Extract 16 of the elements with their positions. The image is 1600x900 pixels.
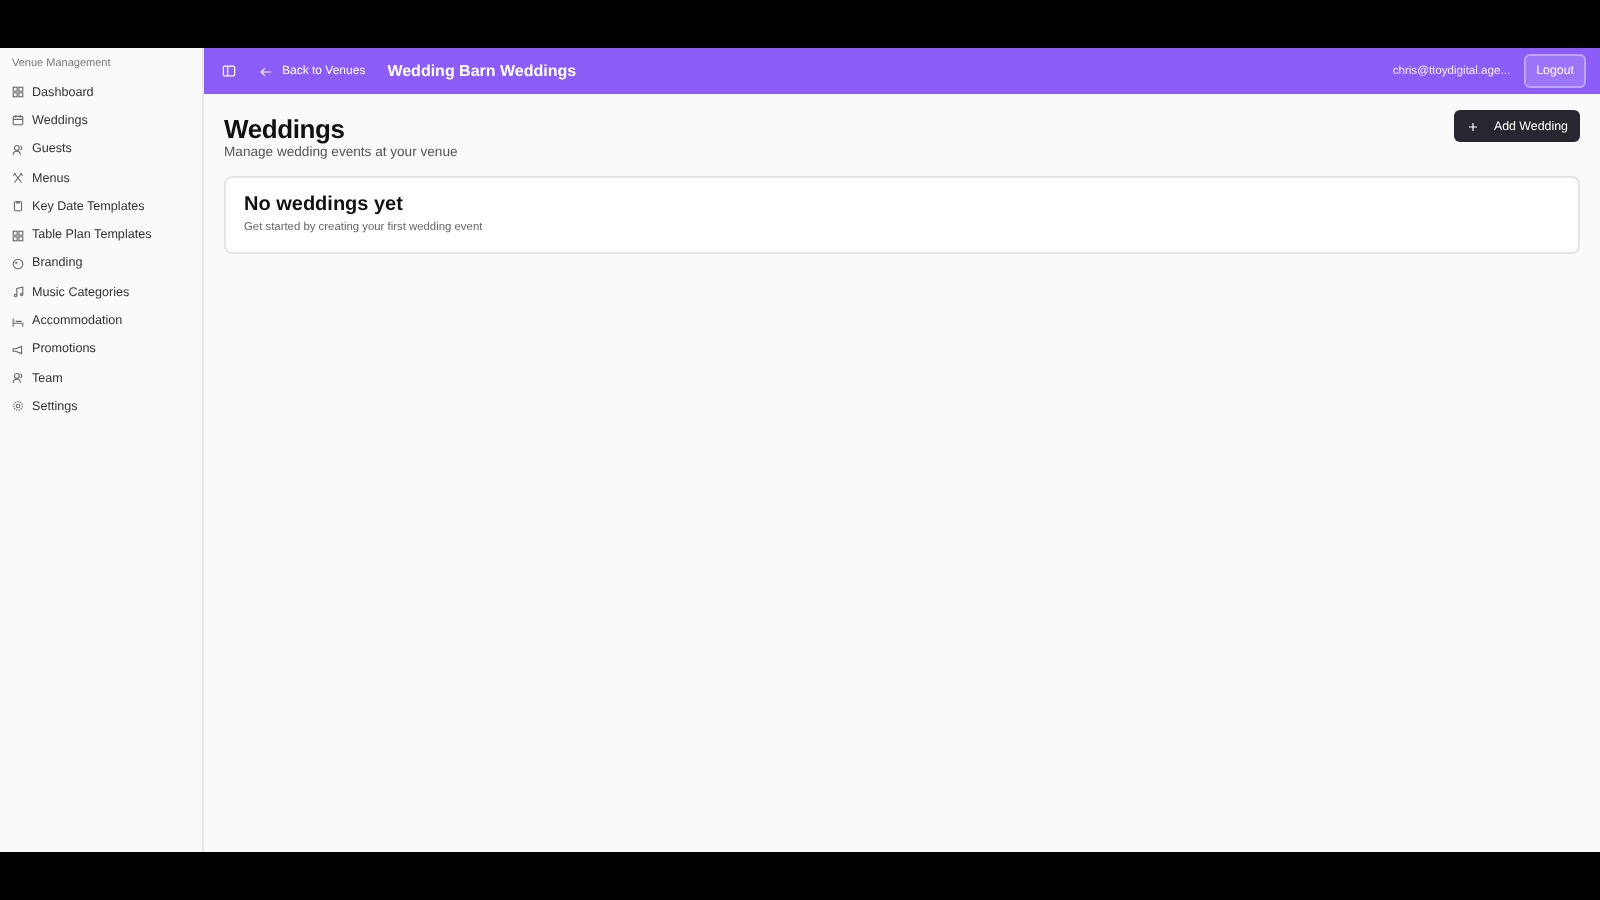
header-title: Wedding Barn Weddings <box>387 62 577 80</box>
users-icon <box>12 372 24 385</box>
grid-icon <box>12 229 24 242</box>
settings-icon <box>12 400 24 413</box>
plus-icon <box>1467 121 1478 131</box>
page-title: Weddings <box>224 114 347 144</box>
empty-state-title: No weddings yet <box>244 194 405 216</box>
clip-icon <box>12 200 24 213</box>
arrow-left-icon <box>260 65 272 77</box>
cal-icon <box>12 114 24 127</box>
grid-icon <box>12 86 24 99</box>
music-icon <box>12 286 24 299</box>
users-icon <box>12 143 24 156</box>
sidebar-toggle-icon[interactable] <box>222 64 236 78</box>
bed-icon <box>12 315 24 328</box>
palette-icon <box>12 257 24 270</box>
